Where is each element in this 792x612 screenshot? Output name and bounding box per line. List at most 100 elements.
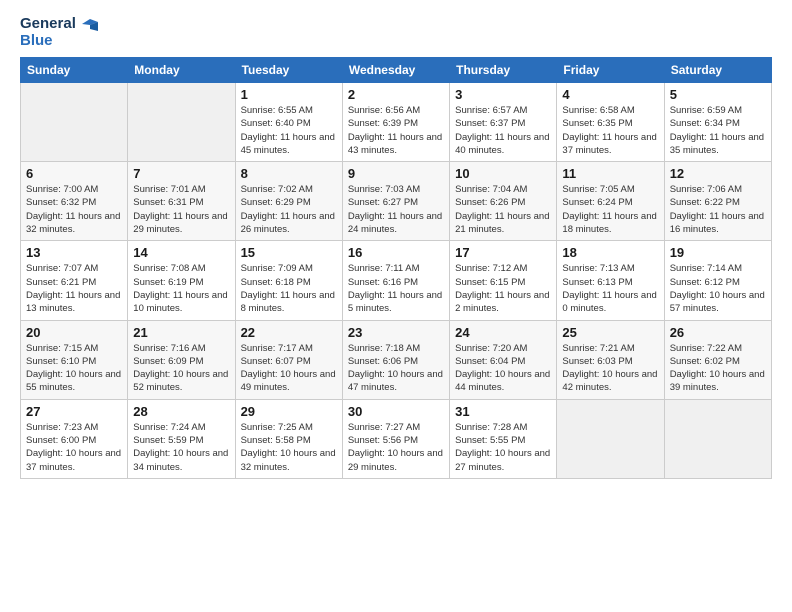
calendar-cell: 6 Sunrise: 7:00 AM Sunset: 6:32 PM Daylig…: [21, 162, 128, 241]
calendar-cell: 14Sunrise: 7:08 AM Sunset: 6:19 PM Dayli…: [128, 241, 235, 320]
day-number: 30: [348, 404, 444, 419]
day-detail: Sunrise: 7:04 AM Sunset: 6:26 PM Dayligh…: [455, 183, 551, 236]
day-detail: Sunrise: 6:57 AM Sunset: 6:37 PM Dayligh…: [455, 104, 551, 157]
calendar-cell: 25Sunrise: 7:21 AM Sunset: 6:03 PM Dayli…: [557, 320, 664, 399]
header: General Blue: [20, 16, 772, 49]
day-detail: Sunrise: 7:12 AM Sunset: 6:15 PM Dayligh…: [455, 262, 551, 315]
calendar-cell: 21 Sunrise: 7:16 AM Sunset: 6:09 PM Dayli…: [128, 320, 235, 399]
day-detail: Sunrise: 7:20 AM Sunset: 6:04 PM Dayligh…: [455, 342, 551, 395]
day-detail: Sunrise: 7:15 AM Sunset: 6:10 PM Dayligh…: [26, 342, 122, 395]
calendar-cell: 5 Sunrise: 6:59 AM Sunset: 6:34 PM Daylig…: [664, 83, 771, 162]
day-detail: Sunrise: 7:28 AM Sunset: 5:55 PM Dayligh…: [455, 421, 551, 474]
calendar-cell: 19Sunrise: 7:14 AM Sunset: 6:12 PM Dayli…: [664, 241, 771, 320]
day-number: 17: [455, 245, 551, 260]
logo-text-block: General Blue: [20, 16, 98, 49]
calendar-week-row: 13 Sunrise: 7:07 AM Sunset: 6:21 PM Dayli…: [21, 241, 772, 320]
day-number: 16: [348, 245, 444, 260]
day-number: 6: [26, 166, 122, 181]
day-detail: Sunrise: 7:02 AM Sunset: 6:29 PM Dayligh…: [241, 183, 337, 236]
day-detail: Sunrise: 7:22 AM Sunset: 6:02 PM Dayligh…: [670, 342, 766, 395]
day-detail: Sunrise: 7:18 AM Sunset: 6:06 PM Dayligh…: [348, 342, 444, 395]
day-number: 7: [133, 166, 229, 181]
calendar-cell: 26 Sunrise: 7:22 AM Sunset: 6:02 PM Dayli…: [664, 320, 771, 399]
day-number: 20: [26, 325, 122, 340]
day-number: 29: [241, 404, 337, 419]
day-detail: Sunrise: 7:14 AM Sunset: 6:12 PM Dayligh…: [670, 262, 766, 315]
calendar-cell: 9Sunrise: 7:03 AM Sunset: 6:27 PM Daylig…: [342, 162, 449, 241]
day-number: 11: [562, 166, 658, 181]
calendar-cell: 16 Sunrise: 7:11 AM Sunset: 6:16 PM Dayli…: [342, 241, 449, 320]
calendar-cell: 18Sunrise: 7:13 AM Sunset: 6:13 PM Dayli…: [557, 241, 664, 320]
calendar-cell: [128, 83, 235, 162]
day-number: 8: [241, 166, 337, 181]
day-number: 13: [26, 245, 122, 260]
calendar-cell: 23 Sunrise: 7:18 AM Sunset: 6:06 PM Dayli…: [342, 320, 449, 399]
calendar-cell: 27Sunrise: 7:23 AM Sunset: 6:00 PM Dayli…: [21, 399, 128, 478]
calendar-cell: 11 Sunrise: 7:05 AM Sunset: 6:24 PM Dayli…: [557, 162, 664, 241]
calendar-cell: [557, 399, 664, 478]
day-detail: Sunrise: 7:11 AM Sunset: 6:16 PM Dayligh…: [348, 262, 444, 315]
calendar-cell: 20 Sunrise: 7:15 AM Sunset: 6:10 PM Dayli…: [21, 320, 128, 399]
calendar-cell: 4 Sunrise: 6:58 AM Sunset: 6:35 PM Daylig…: [557, 83, 664, 162]
calendar-cell: 28Sunrise: 7:24 AM Sunset: 5:59 PM Dayli…: [128, 399, 235, 478]
logo-blue: Blue: [20, 33, 98, 50]
day-number: 14: [133, 245, 229, 260]
weekday-header-row: SundayMondayTuesdayWednesdayThursdayFrid…: [21, 58, 772, 83]
day-detail: Sunrise: 7:27 AM Sunset: 5:56 PM Dayligh…: [348, 421, 444, 474]
calendar-cell: 22 Sunrise: 7:17 AM Sunset: 6:07 PM Dayli…: [235, 320, 342, 399]
day-number: 26: [670, 325, 766, 340]
day-detail: Sunrise: 7:25 AM Sunset: 5:58 PM Dayligh…: [241, 421, 337, 474]
calendar-week-row: 1 Sunrise: 6:55 AM Sunset: 6:40 PM Daylig…: [21, 83, 772, 162]
day-detail: Sunrise: 6:56 AM Sunset: 6:39 PM Dayligh…: [348, 104, 444, 157]
day-detail: Sunrise: 7:00 AM Sunset: 6:32 PM Dayligh…: [26, 183, 122, 236]
calendar-week-row: 27Sunrise: 7:23 AM Sunset: 6:00 PM Dayli…: [21, 399, 772, 478]
weekday-header-tuesday: Tuesday: [235, 58, 342, 83]
day-number: 27: [26, 404, 122, 419]
day-detail: Sunrise: 7:09 AM Sunset: 6:18 PM Dayligh…: [241, 262, 337, 315]
day-detail: Sunrise: 7:06 AM Sunset: 6:22 PM Dayligh…: [670, 183, 766, 236]
calendar-cell: 24Sunrise: 7:20 AM Sunset: 6:04 PM Dayli…: [450, 320, 557, 399]
day-detail: Sunrise: 7:21 AM Sunset: 6:03 PM Dayligh…: [562, 342, 658, 395]
calendar-cell: 10 Sunrise: 7:04 AM Sunset: 6:26 PM Dayli…: [450, 162, 557, 241]
calendar-cell: 7 Sunrise: 7:01 AM Sunset: 6:31 PM Daylig…: [128, 162, 235, 241]
calendar-cell: 30 Sunrise: 7:27 AM Sunset: 5:56 PM Dayli…: [342, 399, 449, 478]
day-number: 1: [241, 87, 337, 102]
logo-bird-icon: [80, 17, 98, 31]
calendar-cell: 3Sunrise: 6:57 AM Sunset: 6:37 PM Daylig…: [450, 83, 557, 162]
calendar-table: SundayMondayTuesdayWednesdayThursdayFrid…: [20, 57, 772, 479]
calendar-cell: 31Sunrise: 7:28 AM Sunset: 5:55 PM Dayli…: [450, 399, 557, 478]
day-number: 5: [670, 87, 766, 102]
day-detail: Sunrise: 6:58 AM Sunset: 6:35 PM Dayligh…: [562, 104, 658, 157]
day-number: 22: [241, 325, 337, 340]
day-detail: Sunrise: 6:55 AM Sunset: 6:40 PM Dayligh…: [241, 104, 337, 157]
calendar-cell: 13 Sunrise: 7:07 AM Sunset: 6:21 PM Dayli…: [21, 241, 128, 320]
calendar-cell: [21, 83, 128, 162]
logo: General Blue: [20, 16, 98, 49]
day-number: 23: [348, 325, 444, 340]
day-number: 10: [455, 166, 551, 181]
weekday-header-saturday: Saturday: [664, 58, 771, 83]
day-detail: Sunrise: 7:07 AM Sunset: 6:21 PM Dayligh…: [26, 262, 122, 315]
weekday-header-thursday: Thursday: [450, 58, 557, 83]
weekday-header-friday: Friday: [557, 58, 664, 83]
calendar-cell: 29 Sunrise: 7:25 AM Sunset: 5:58 PM Dayli…: [235, 399, 342, 478]
day-detail: Sunrise: 6:59 AM Sunset: 6:34 PM Dayligh…: [670, 104, 766, 157]
day-detail: Sunrise: 7:17 AM Sunset: 6:07 PM Dayligh…: [241, 342, 337, 395]
calendar-cell: 17 Sunrise: 7:12 AM Sunset: 6:15 PM Dayli…: [450, 241, 557, 320]
calendar-week-row: 20 Sunrise: 7:15 AM Sunset: 6:10 PM Dayli…: [21, 320, 772, 399]
calendar-cell: 1 Sunrise: 6:55 AM Sunset: 6:40 PM Daylig…: [235, 83, 342, 162]
day-detail: Sunrise: 7:24 AM Sunset: 5:59 PM Dayligh…: [133, 421, 229, 474]
day-number: 2: [348, 87, 444, 102]
calendar-week-row: 6 Sunrise: 7:00 AM Sunset: 6:32 PM Daylig…: [21, 162, 772, 241]
calendar-cell: [664, 399, 771, 478]
day-detail: Sunrise: 7:05 AM Sunset: 6:24 PM Dayligh…: [562, 183, 658, 236]
weekday-header-wednesday: Wednesday: [342, 58, 449, 83]
day-number: 21: [133, 325, 229, 340]
day-detail: Sunrise: 7:16 AM Sunset: 6:09 PM Dayligh…: [133, 342, 229, 395]
calendar-cell: 8 Sunrise: 7:02 AM Sunset: 6:29 PM Daylig…: [235, 162, 342, 241]
day-number: 4: [562, 87, 658, 102]
logo-general: General: [20, 16, 98, 33]
day-number: 12: [670, 166, 766, 181]
calendar-cell: 15Sunrise: 7:09 AM Sunset: 6:18 PM Dayli…: [235, 241, 342, 320]
day-detail: Sunrise: 7:01 AM Sunset: 6:31 PM Dayligh…: [133, 183, 229, 236]
